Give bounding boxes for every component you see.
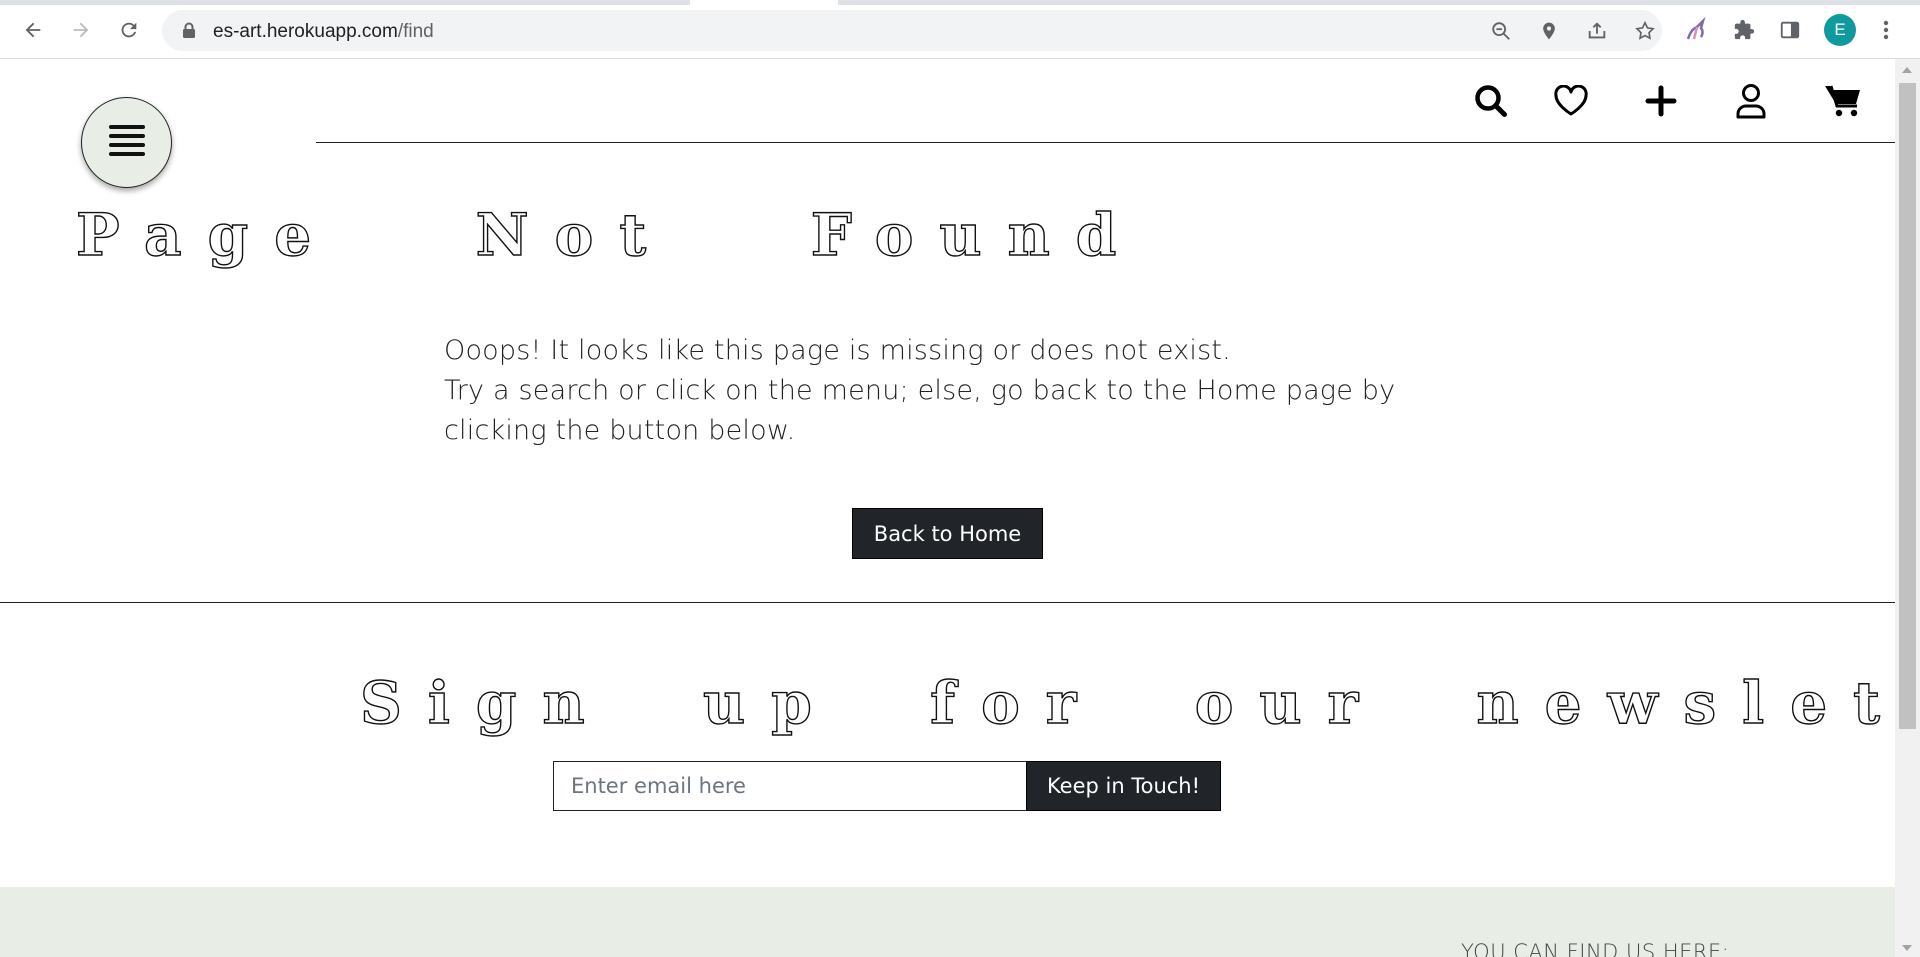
plus-icon[interactable] xyxy=(1641,81,1681,121)
zoom-out-icon[interactable] xyxy=(1489,19,1513,43)
hamburger-icon xyxy=(108,122,146,163)
find-us-heading: YOU CAN FIND US HERE: xyxy=(1461,940,1730,957)
browser-chrome: es-art.herokuapp.com/find E xyxy=(0,0,1920,59)
unicorn-extension-icon[interactable] xyxy=(1682,16,1710,44)
scrollbar-thumb[interactable] xyxy=(1899,83,1916,729)
back-to-home-button[interactable]: Back to Home xyxy=(852,508,1043,559)
error-message: Ooops! It looks like this page is missin… xyxy=(444,331,1404,451)
cart-icon[interactable] xyxy=(1823,81,1863,121)
forward-icon[interactable] xyxy=(65,14,97,46)
heart-icon[interactable] xyxy=(1551,81,1591,121)
header-divider xyxy=(316,142,1895,143)
back-icon[interactable] xyxy=(17,14,49,46)
subscribe-button[interactable]: Keep in Touch! xyxy=(1026,761,1221,811)
url-host: es-art.herokuapp.com xyxy=(213,21,398,42)
email-field[interactable] xyxy=(553,761,1027,811)
section-divider xyxy=(0,602,1895,603)
newsletter-title: Sign up for our newsletter xyxy=(359,668,1895,737)
profile-avatar[interactable]: E xyxy=(1824,14,1856,46)
lock-icon xyxy=(182,22,196,44)
message-line-1: Ooops! It looks like this page is missin… xyxy=(444,335,1231,366)
page-title: Page Not Found xyxy=(75,200,1143,269)
share-icon[interactable] xyxy=(1585,19,1609,43)
reload-icon[interactable] xyxy=(113,14,145,46)
url-text: es-art.herokuapp.com/find xyxy=(213,21,434,43)
scroll-up-arrow-icon[interactable] xyxy=(1902,67,1912,73)
message-line-2: Try a search or click on the menu; else,… xyxy=(444,375,1396,446)
scroll-down-arrow-icon[interactable] xyxy=(1902,945,1912,951)
kebab-menu-icon[interactable] xyxy=(1872,16,1900,44)
user-icon[interactable] xyxy=(1731,81,1771,121)
extensions-puzzle-icon[interactable] xyxy=(1730,16,1758,44)
active-tab[interactable] xyxy=(690,0,838,5)
scrollbar[interactable] xyxy=(1895,59,1920,957)
tab-strip xyxy=(0,0,1920,5)
search-icon[interactable] xyxy=(1471,81,1511,121)
address-bar[interactable]: es-art.herokuapp.com/find xyxy=(162,10,1662,51)
page-content: Page Not Found Ooops! It looks like this… xyxy=(0,59,1895,957)
footer: YOU CAN FIND US HERE: xyxy=(0,887,1895,957)
location-icon[interactable] xyxy=(1537,19,1561,43)
bookmark-star-icon[interactable] xyxy=(1633,19,1657,43)
side-panel-icon[interactable] xyxy=(1776,16,1804,44)
menu-button[interactable] xyxy=(81,97,172,188)
url-path: /find xyxy=(397,21,434,42)
